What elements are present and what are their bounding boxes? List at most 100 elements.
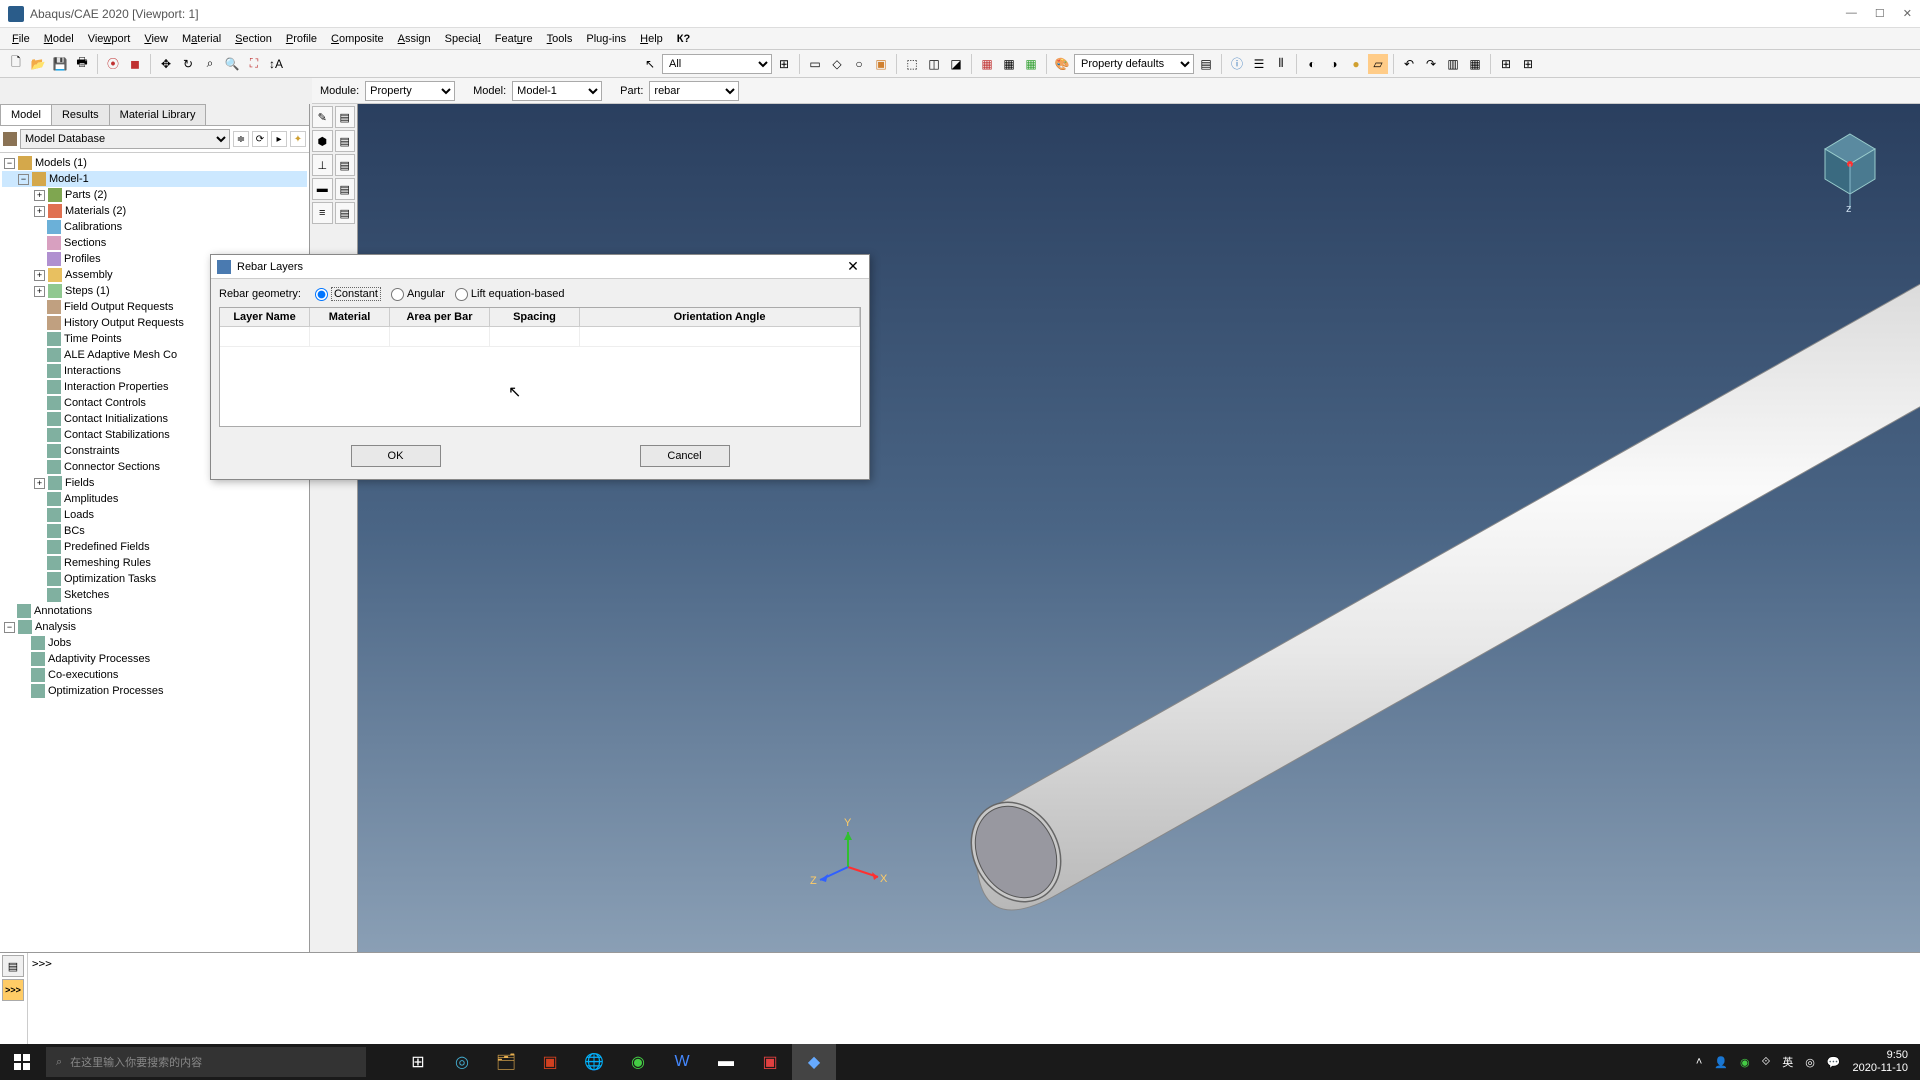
tool-material-mgr[interactable]: ▤ [335, 106, 356, 128]
tree-item[interactable]: Loads [2, 507, 307, 523]
radio-lift[interactable]: Lift equation-based [455, 288, 565, 301]
pan-icon[interactable]: ✥ [156, 54, 176, 74]
menu-file[interactable]: File [6, 31, 36, 47]
tree-item[interactable]: +Materials (2) [2, 203, 307, 219]
filter-icon[interactable]: ≑ [233, 131, 249, 147]
tree-item[interactable]: −Analysis [2, 619, 307, 635]
tool-assign-mgr[interactable]: ▤ [335, 178, 356, 200]
menu-whatsthis[interactable]: К? [671, 31, 696, 47]
stop-icon[interactable]: ◼ [125, 54, 145, 74]
wps-icon[interactable]: W [660, 1044, 704, 1080]
tree-item[interactable]: Jobs [2, 635, 307, 651]
close-button[interactable]: ✕ [1903, 7, 1912, 20]
menu-special[interactable]: Special [439, 31, 487, 47]
mesh3-icon[interactable]: ▦ [1021, 54, 1041, 74]
new-icon[interactable]: 🗋 [6, 54, 26, 74]
record-app-icon[interactable]: ▣ [748, 1044, 792, 1080]
tree-item[interactable]: Amplitudes [2, 491, 307, 507]
menu-section[interactable]: Section [229, 31, 278, 47]
sort-icon[interactable]: ↕A [266, 54, 286, 74]
info-icon[interactable]: ⓘ [1227, 54, 1247, 74]
mesh2-icon[interactable]: ▦ [999, 54, 1019, 74]
zoom-icon[interactable]: 🔍 [222, 54, 242, 74]
undo-icon[interactable]: ↶ [1399, 54, 1419, 74]
wechat-icon[interactable]: ◉ [616, 1044, 660, 1080]
select-add-icon[interactable]: ⊞ [774, 54, 794, 74]
explorer-icon[interactable]: 🗂 [484, 1044, 528, 1080]
rotate-icon[interactable]: ↻ [178, 54, 198, 74]
maximize-button[interactable]: ☐ [1875, 7, 1885, 20]
tree-item[interactable]: Sections [2, 235, 307, 251]
python-prompt[interactable]: >>> [28, 953, 1920, 1044]
tree-item[interactable]: Remeshing Rules [2, 555, 307, 571]
database-select[interactable]: Model Database [20, 129, 230, 149]
menu-feature[interactable]: Feature [489, 31, 539, 47]
tool-section[interactable]: ⬢ [312, 130, 333, 152]
legend-icon[interactable]: ▤ [1196, 54, 1216, 74]
circle-select-icon[interactable]: ○ [849, 54, 869, 74]
minimize-button[interactable]: — [1846, 7, 1857, 20]
task-view-icon[interactable]: ⊞ [396, 1044, 440, 1080]
redo-icon[interactable]: ↷ [1421, 54, 1441, 74]
taskbar-search[interactable]: ⌕ 在这里输入你要搜索的内容 [46, 1047, 366, 1077]
grid1-icon[interactable]: ▥ [1443, 54, 1463, 74]
box-icon[interactable]: ▣ [871, 54, 891, 74]
blend3-icon[interactable]: ● [1346, 54, 1366, 74]
viewport[interactable]: X Y Z z ⟋SIMULIA [358, 104, 1920, 952]
menu-model[interactable]: Model [38, 31, 80, 47]
rebar-layers-table[interactable]: Layer Name Material Area per Bar Spacing… [219, 307, 861, 427]
tree-item[interactable]: +Parts (2) [2, 187, 307, 203]
tab-results[interactable]: Results [51, 104, 110, 125]
tray-cloud-icon[interactable]: ⟐ [1762, 1056, 1771, 1069]
tree-item[interactable]: BCs [2, 523, 307, 539]
tray-ime-icon[interactable]: 英 [1782, 1054, 1793, 1070]
edge-icon[interactable]: ◎ [440, 1044, 484, 1080]
part-select[interactable]: rebar [649, 81, 739, 101]
hidden-icon[interactable]: ◫ [924, 54, 944, 74]
tree-item[interactable]: Adaptivity Processes [2, 651, 307, 667]
record-icon[interactable]: ⦿ [103, 54, 123, 74]
tray-chevron-up-icon[interactable]: ˄ [1696, 1056, 1702, 1068]
tree-item[interactable]: −Model-1 [2, 171, 307, 187]
tool-profile[interactable]: ⊥ [312, 154, 333, 176]
part-geometry[interactable] [938, 244, 1920, 944]
tool-assign[interactable]: ▬ [312, 178, 333, 200]
fit-icon[interactable]: ⛶ [244, 54, 264, 74]
layers2-icon[interactable]: ⫴ [1271, 54, 1291, 74]
radio-angular[interactable]: Angular [391, 288, 445, 301]
tool-composite[interactable]: ≡ [312, 202, 333, 224]
wireframe-icon[interactable]: ⬚ [902, 54, 922, 74]
color-icon[interactable]: 🎨 [1052, 54, 1072, 74]
menu-viewport[interactable]: Viewport [82, 31, 137, 47]
view-cube[interactable]: z [1810, 124, 1890, 214]
tree-item[interactable]: Optimization Tasks [2, 571, 307, 587]
expand-icon[interactable]: ▸ [271, 131, 287, 147]
zoom-window-icon[interactable]: ⌕ [200, 54, 220, 74]
blend1-icon[interactable]: ◐ [1302, 54, 1322, 74]
menu-composite[interactable]: Composite [325, 31, 390, 47]
grid2-icon[interactable]: ▦ [1465, 54, 1485, 74]
rect-select-icon[interactable]: ▭ [805, 54, 825, 74]
menu-help[interactable]: Help [634, 31, 669, 47]
save-icon[interactable]: 💾 [50, 54, 70, 74]
open-icon[interactable]: 📂 [28, 54, 48, 74]
poly-select-icon[interactable]: ◇ [827, 54, 847, 74]
tab-material-library[interactable]: Material Library [109, 104, 207, 125]
table2-icon[interactable]: ⊞ [1518, 54, 1538, 74]
tree-item[interactable]: Predefined Fields [2, 539, 307, 555]
property-defaults-select[interactable]: Property defaults [1074, 54, 1194, 74]
settings-icon[interactable]: ✦ [290, 131, 306, 147]
model-select[interactable]: Model-1 [512, 81, 602, 101]
tree-item[interactable]: Optimization Processes [2, 683, 307, 699]
menu-tools[interactable]: Tools [541, 31, 579, 47]
blend2-icon[interactable]: ◑ [1324, 54, 1344, 74]
tree-item[interactable]: Co-executions [2, 667, 307, 683]
menu-view[interactable]: View [138, 31, 174, 47]
menu-plugins[interactable]: Plug-ins [580, 31, 632, 47]
message-tab-cli[interactable]: ▤ [2, 955, 24, 977]
tool-composite-mgr[interactable]: ▤ [335, 202, 356, 224]
tab-model[interactable]: Model [0, 104, 52, 125]
table1-icon[interactable]: ⊞ [1496, 54, 1516, 74]
selector-filter[interactable]: All [662, 54, 772, 74]
tree-item[interactable]: Calibrations [2, 219, 307, 235]
